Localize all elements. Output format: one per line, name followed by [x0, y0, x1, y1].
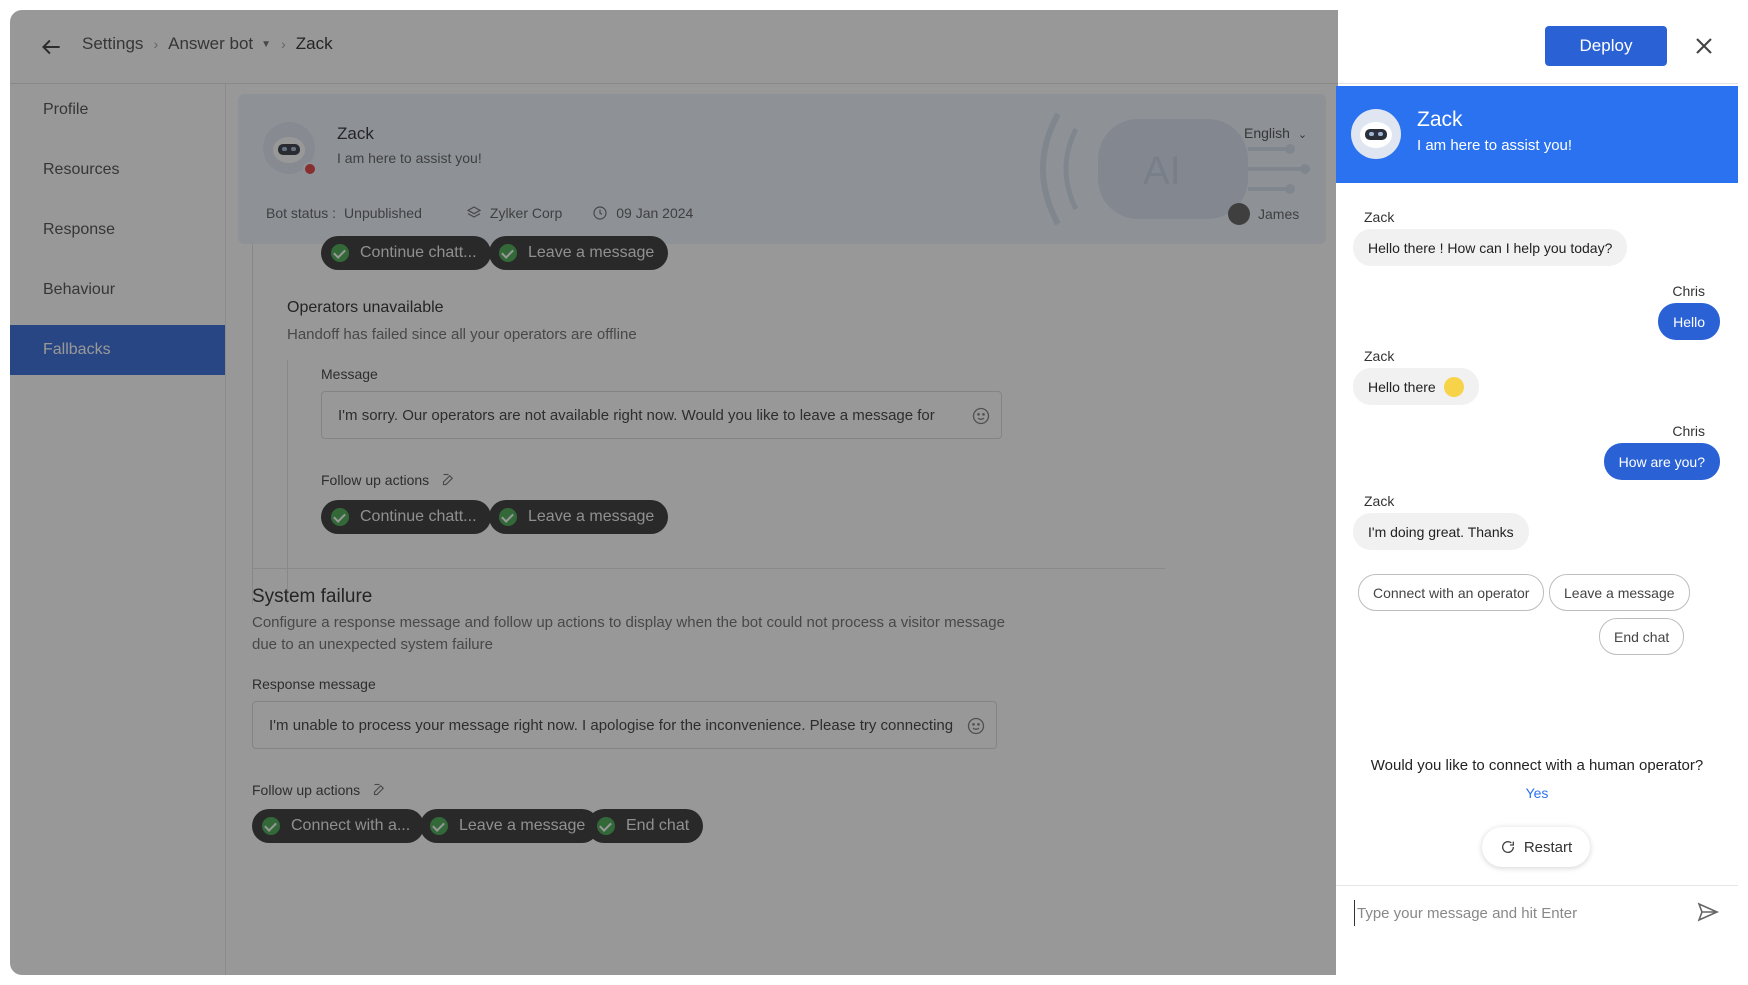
- chat-header: Zack I am here to assist you!: [1336, 86, 1738, 183]
- chat-bot-name: Zack: [1417, 108, 1463, 131]
- robot-icon: [1360, 122, 1392, 148]
- handoff-question: Would you like to connect with a human o…: [1370, 757, 1704, 774]
- message-sender: Zack: [1364, 493, 1395, 509]
- message-sender: Chris: [1672, 423, 1705, 439]
- chat-option-connect-operator[interactable]: Connect with an operator: [1358, 574, 1545, 611]
- send-icon[interactable]: [1696, 900, 1720, 924]
- deploy-button[interactable]: Deploy: [1545, 26, 1667, 66]
- chat-option-end-chat[interactable]: End chat: [1599, 618, 1685, 655]
- bot-message-bubble: Hello there: [1353, 368, 1479, 405]
- smiley-emoji-icon: [1443, 376, 1464, 397]
- refresh-icon: [1501, 841, 1514, 853]
- app-frame: Settings › Answer bot ▼ › Zack Deploy Pr…: [10, 10, 1738, 975]
- chat-bot-tagline: I am here to assist you!: [1417, 137, 1573, 154]
- bot-message-bubble: I'm doing great. Thanks: [1353, 513, 1529, 550]
- visitor-message-bubble: How are you?: [1603, 443, 1720, 480]
- restart-button[interactable]: Restart: [1482, 827, 1590, 867]
- message-sender: Zack: [1364, 209, 1395, 225]
- chat-composer: [1336, 885, 1738, 975]
- modal-backdrop[interactable]: [10, 10, 1338, 975]
- chat-bot-avatar: [1351, 109, 1401, 159]
- message-sender: Chris: [1672, 283, 1705, 299]
- message-sender: Zack: [1364, 348, 1395, 364]
- yes-link[interactable]: Yes: [1336, 785, 1738, 801]
- close-icon[interactable]: [1690, 32, 1718, 60]
- chat-option-leave-message[interactable]: Leave a message: [1549, 574, 1690, 611]
- bot-message-bubble: Hello there ! How can I help you today?: [1353, 229, 1628, 266]
- visitor-message-bubble: Hello: [1658, 303, 1720, 340]
- chat-preview-panel: Zack I am here to assist you! Zack Hello…: [1336, 86, 1738, 975]
- chat-message-input[interactable]: [1354, 900, 1684, 926]
